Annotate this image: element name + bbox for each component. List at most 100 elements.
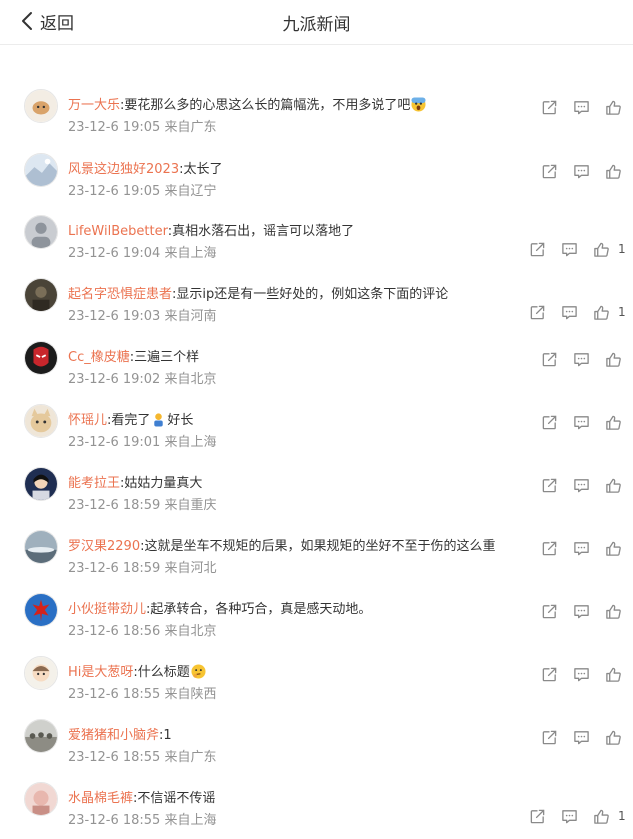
share-button[interactable] (541, 601, 558, 621)
comment-text: 万一大乐:要花那么多的心思这么长的篇幅洗，不用多说了吧 (68, 94, 427, 113)
scream-face-icon (411, 97, 426, 112)
username-link[interactable]: 起名字恐惧症患者 (68, 287, 172, 302)
share-button[interactable] (541, 475, 558, 495)
comment-meta: 23-12-6 19:04 来自上海 (68, 242, 216, 261)
comment-location: 来自河北 (164, 561, 217, 576)
avatar[interactable] (24, 656, 58, 690)
username-link[interactable]: 水晶棉毛裤 (68, 791, 133, 806)
comment-body: :看完了 (107, 413, 151, 428)
reply-button[interactable] (573, 97, 590, 117)
reply-button[interactable] (573, 538, 590, 558)
comment-row: 罗汉果2290:这就是坐车不规矩的后果，如果规矩的坐好不至于伤的这么重 23-12… (0, 524, 633, 587)
username-link[interactable]: 万一大乐 (68, 98, 120, 113)
share-button[interactable] (529, 302, 546, 322)
person-icon (154, 413, 164, 427)
comment-actions: 1 (529, 806, 629, 826)
comment-actions (527, 601, 627, 621)
like-button[interactable] (605, 97, 622, 117)
reply-button[interactable] (561, 302, 578, 322)
share-icon (530, 809, 545, 823)
avatar[interactable] (24, 341, 58, 375)
share-icon (542, 100, 557, 114)
share-button[interactable] (541, 412, 558, 432)
avatar[interactable] (24, 467, 58, 501)
comment-time: 23-12-6 19:04 (68, 246, 165, 261)
reply-button[interactable] (573, 664, 590, 684)
username-link[interactable]: Cc_橡皮糖 (68, 350, 130, 365)
username-link[interactable]: 怀瑶儿 (68, 413, 107, 428)
like-button[interactable]: 1 (593, 302, 626, 322)
avatar[interactable] (24, 530, 58, 564)
reply-button[interactable] (573, 412, 590, 432)
share-button[interactable] (541, 97, 558, 117)
comment-meta: 23-12-6 18:55 来自陕西 (68, 683, 216, 702)
reply-button[interactable] (573, 727, 590, 747)
reply-button[interactable] (573, 349, 590, 369)
like-button[interactable]: 1 (593, 239, 626, 259)
share-button[interactable] (529, 239, 546, 259)
reply-button[interactable] (561, 239, 578, 259)
comment-actions (527, 727, 627, 747)
share-button[interactable] (541, 161, 558, 181)
avatar[interactable] (24, 593, 58, 627)
like-button[interactable] (605, 161, 622, 181)
username-link[interactable]: 罗汉果2290 (68, 539, 140, 554)
reply-button[interactable] (573, 601, 590, 621)
comment-row: 水晶棉毛裤:不信谣不传谣 23-12-6 18:55 来自上海 1 (0, 776, 633, 839)
avatar[interactable] (24, 89, 58, 123)
comment-actions: 1 (529, 239, 629, 259)
comment-row: LifeWilBebetter:真相水落石出，谣言可以落地了 23-12-6 19… (0, 209, 633, 272)
comment-meta: 23-12-6 18:55 来自上海 (68, 809, 216, 828)
like-button[interactable] (605, 727, 622, 747)
share-button[interactable] (541, 538, 558, 558)
username-link[interactable]: 爱猪猪和小脑斧 (68, 728, 159, 743)
username-link[interactable]: 能考拉王 (68, 476, 120, 491)
like-button[interactable] (605, 349, 622, 369)
like-button[interactable] (605, 664, 622, 684)
comment-actions (527, 475, 627, 495)
avatar[interactable] (24, 404, 58, 438)
like-button[interactable]: 1 (593, 806, 626, 826)
comment-icon (562, 242, 577, 256)
avatar[interactable] (24, 215, 58, 249)
comment-location: 来自重庆 (164, 498, 217, 513)
comment-text: Hi是大葱呀:什么标题 (68, 661, 207, 680)
username-link[interactable]: 风景这边独好2023 (68, 162, 179, 177)
share-button[interactable] (541, 727, 558, 747)
comment-time: 23-12-6 18:55 (68, 813, 165, 828)
share-icon (542, 541, 557, 555)
like-button[interactable] (605, 601, 622, 621)
avatar[interactable] (24, 782, 58, 816)
like-button[interactable] (605, 538, 622, 558)
share-button[interactable] (541, 664, 558, 684)
comment-meta: 23-12-6 18:56 来自北京 (68, 620, 216, 639)
comment-icon (562, 305, 577, 319)
avatar[interactable] (24, 153, 58, 187)
username-link[interactable]: Hi是大葱呀 (68, 665, 133, 680)
comment-actions (527, 664, 627, 684)
comment-meta: 23-12-6 19:02 来自北京 (68, 368, 216, 387)
comment-icon (574, 478, 589, 492)
comment-row: 怀瑶儿:看完了 好长 23-12-6 19:01 来自上海 (0, 398, 633, 461)
comment-body: :这就是坐车不规矩的后果，如果规矩的坐好不至于伤的这么重 (140, 539, 496, 554)
reply-button[interactable] (561, 806, 578, 826)
share-button[interactable] (529, 806, 546, 826)
like-button[interactable] (605, 412, 622, 432)
username-link[interactable]: LifeWilBebetter (68, 224, 168, 239)
reply-button[interactable] (573, 161, 590, 181)
reply-button[interactable] (573, 475, 590, 495)
thumbs-up-icon (606, 667, 621, 682)
comment-location: 来自辽宁 (164, 184, 217, 199)
avatar[interactable] (24, 278, 58, 312)
comment-location: 来自上海 (164, 435, 217, 450)
avatar[interactable] (24, 719, 58, 753)
share-icon (542, 164, 557, 178)
comment-actions (527, 97, 627, 117)
top-bar: 返回 九派新闻 (0, 0, 633, 45)
like-button[interactable] (605, 475, 622, 495)
comment-time: 23-12-6 19:05 (68, 120, 165, 135)
username-link[interactable]: 小伙挺带劲儿 (68, 602, 146, 617)
comment-location: 来自广东 (164, 750, 217, 765)
comment-location: 来自河南 (164, 309, 217, 324)
share-button[interactable] (541, 349, 558, 369)
